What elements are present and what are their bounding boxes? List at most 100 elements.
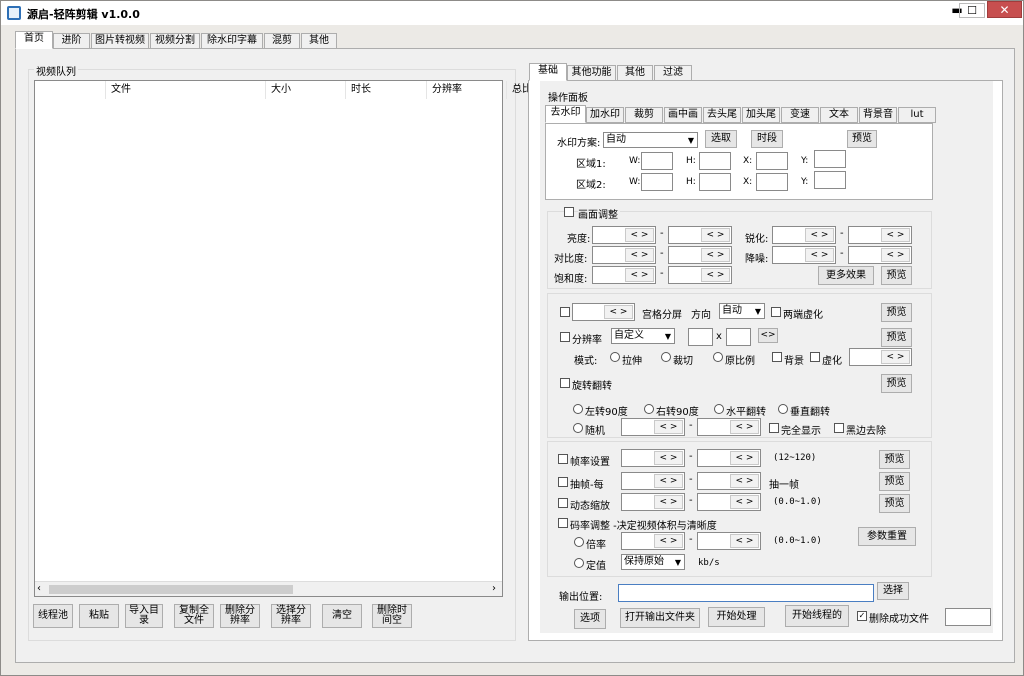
blur-edges-checkbox[interactable] xyxy=(771,307,781,317)
stepper-arrows-icon[interactable]: < > xyxy=(881,228,910,242)
zoom-min[interactable]: < > xyxy=(621,493,685,511)
pick-button[interactable]: 选取 xyxy=(705,130,737,148)
grid-preview-button[interactable]: 预览 xyxy=(881,303,912,322)
bitrate-checkbox[interactable] xyxy=(558,518,568,528)
col-resolution[interactable]: 分辨率 xyxy=(427,81,507,99)
choose-output-button[interactable]: 选择 xyxy=(877,582,909,600)
brightness-max[interactable]: < > xyxy=(668,226,732,244)
tab-remove-watermark[interactable]: 除水印字幕 xyxy=(201,33,263,49)
denoise-min[interactable]: < > xyxy=(772,246,836,264)
zoom-checkbox[interactable] xyxy=(558,498,568,508)
res-width-input[interactable] xyxy=(688,328,713,346)
blur-stepper[interactable]: < > xyxy=(849,348,912,366)
right90-radio[interactable] xyxy=(644,404,654,414)
col-file[interactable]: 文件 xyxy=(106,81,266,99)
saturation-max[interactable]: < > xyxy=(668,266,732,284)
crop-radio[interactable] xyxy=(661,352,671,362)
contrast-max[interactable]: < > xyxy=(668,246,732,264)
delete-success-checkbox[interactable]: ✓ xyxy=(857,611,867,621)
tab-lut[interactable]: lut xyxy=(898,107,936,123)
period-button[interactable]: 时段 xyxy=(751,130,783,148)
r2-y-input[interactable] xyxy=(814,171,846,189)
zoom-preview-button[interactable]: 预览 xyxy=(879,494,910,513)
fixed-radio[interactable] xyxy=(574,558,584,568)
sharpen-min[interactable]: < > xyxy=(772,226,836,244)
import-folder-button[interactable]: 导入目录 xyxy=(125,604,163,628)
stepper-arrows-icon[interactable]: < > xyxy=(654,474,683,488)
stepper-arrows-icon[interactable]: < > xyxy=(654,451,683,465)
resolution-checkbox[interactable] xyxy=(560,332,570,342)
background-checkbox[interactable] xyxy=(772,352,782,362)
tab-other-functions[interactable]: 其他功能 xyxy=(567,65,616,81)
tab-video-split[interactable]: 视频分割 xyxy=(150,33,200,49)
stepper-arrows-icon[interactable]: < > xyxy=(881,248,910,262)
clear-button[interactable]: 清空 xyxy=(322,604,362,628)
stepper-arrows-icon[interactable]: < > xyxy=(625,248,654,262)
video-queue-list[interactable]: 文件 大小 时长 分辨率 总比 ‹ › xyxy=(34,80,537,597)
fps-checkbox[interactable] xyxy=(558,454,568,464)
resolution-select[interactable]: 自定义 ▼ xyxy=(611,328,675,344)
horizontal-scrollbar[interactable]: ‹ › xyxy=(35,581,502,596)
denoise-max[interactable]: < > xyxy=(848,246,912,264)
r1-x-input[interactable] xyxy=(756,152,788,170)
grid-count-stepper[interactable]: < > xyxy=(572,303,635,321)
more-effects-button[interactable]: 更多效果 xyxy=(818,266,874,285)
res-height-input[interactable] xyxy=(726,328,751,346)
start-processing-button[interactable]: 开始处理 xyxy=(708,607,765,627)
rotate-checkbox[interactable] xyxy=(560,378,570,388)
extract-min[interactable]: < > xyxy=(621,472,685,490)
random-radio[interactable] xyxy=(573,423,583,433)
col-size[interactable]: 大小 xyxy=(266,81,346,99)
stepper-arrows-icon[interactable]: < > xyxy=(730,474,759,488)
extract-preview-button[interactable]: 预览 xyxy=(879,472,910,491)
maximize-button[interactable]: ☐ xyxy=(959,3,985,18)
vflip-radio[interactable] xyxy=(778,404,788,414)
close-button[interactable]: ✕ xyxy=(987,1,1022,18)
r2-w-input[interactable] xyxy=(641,173,673,191)
r2-h-input[interactable] xyxy=(699,173,731,191)
stepper-arrows-icon[interactable]: < > xyxy=(730,451,759,465)
stepper-arrows-icon[interactable]: < > xyxy=(701,248,730,262)
stretch-radio[interactable] xyxy=(610,352,620,362)
extract-max[interactable]: < > xyxy=(697,472,761,490)
scroll-right-icon[interactable]: › xyxy=(492,583,496,594)
saturation-min[interactable]: < > xyxy=(592,266,656,284)
output-path-input[interactable] xyxy=(618,584,874,602)
zoom-max[interactable]: < > xyxy=(697,493,761,511)
rotate-preview-button[interactable]: 预览 xyxy=(881,374,912,393)
stepper-arrows-icon[interactable]: < > xyxy=(654,495,683,509)
tab-add-intro[interactable]: 加头尾 xyxy=(742,107,780,123)
r1-w-input[interactable] xyxy=(641,152,673,170)
direction-select[interactable]: 自动 ▼ xyxy=(719,303,765,319)
scroll-left-icon[interactable]: ‹ xyxy=(37,583,41,594)
tab-home[interactable]: 首页 xyxy=(15,31,53,49)
contrast-min[interactable]: < > xyxy=(592,246,656,264)
fps-max[interactable]: < > xyxy=(697,449,761,467)
options-button[interactable]: 选项 xyxy=(574,609,606,629)
paste-button[interactable]: 粘贴 xyxy=(79,604,119,628)
tab-other-right[interactable]: 其他 xyxy=(617,65,653,81)
tab-basic[interactable]: 基础 xyxy=(529,63,567,81)
tab-bgm[interactable]: 背景音 xyxy=(859,107,897,123)
black-remove-checkbox[interactable] xyxy=(834,423,844,433)
stepper-arrows-icon[interactable]: < > xyxy=(654,534,683,548)
tab-image-to-video[interactable]: 图片转视频 xyxy=(91,33,149,49)
resolution-preview-button[interactable]: 预览 xyxy=(881,328,912,347)
random-min[interactable]: < > xyxy=(621,418,685,436)
picture-preview-button[interactable]: 预览 xyxy=(881,266,912,285)
sharpen-max[interactable]: < > xyxy=(848,226,912,244)
stepper-arrows-icon[interactable]: < > xyxy=(730,495,759,509)
tab-crop[interactable]: 裁剪 xyxy=(625,107,663,123)
tab-add-wm[interactable]: 加水印 xyxy=(586,107,624,123)
tab-filter[interactable]: 过滤 xyxy=(654,65,692,81)
open-output-folder-button[interactable]: 打开输出文件夹 xyxy=(620,608,700,628)
stepper-arrows-icon[interactable]: < > xyxy=(701,268,730,282)
hflip-radio[interactable] xyxy=(714,404,724,414)
tab-trim[interactable]: 去头尾 xyxy=(703,107,741,123)
tab-other[interactable]: 其他 xyxy=(301,33,337,49)
stepper-arrows-icon[interactable]: < > xyxy=(625,268,654,282)
multiplier-radio[interactable] xyxy=(574,537,584,547)
tab-remove-wm[interactable]: 去水印 xyxy=(545,105,586,123)
select-resolution-button[interactable]: 选择分辨率 xyxy=(271,604,311,628)
stepper-arrows-icon[interactable]: < > xyxy=(730,420,759,434)
